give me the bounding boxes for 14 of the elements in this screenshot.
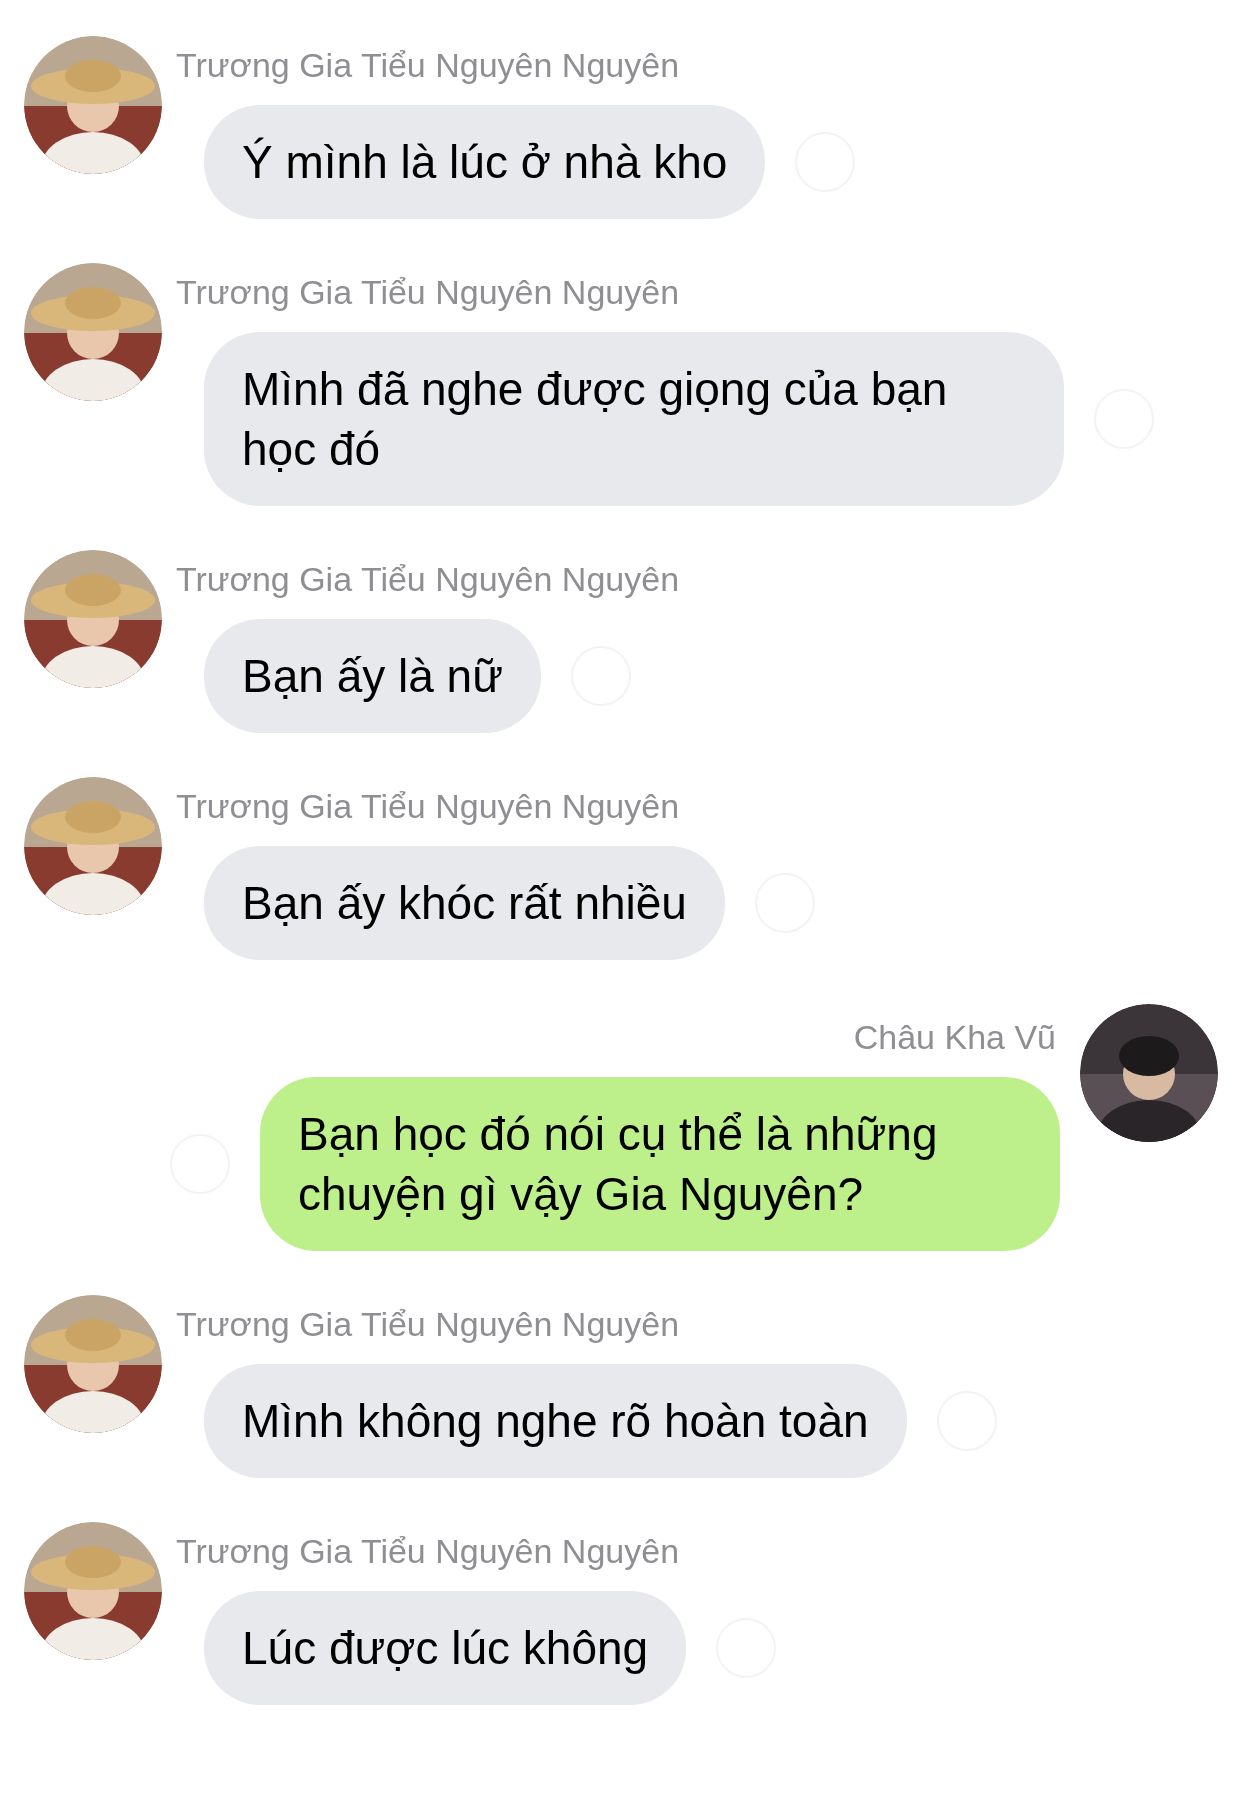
message-bubble: Bạn ấy khóc rất nhiều xyxy=(204,846,725,960)
sender-name: Trương Gia Tiểu Nguyên Nguyên xyxy=(176,272,680,313)
sender-name: Trương Gia Tiểu Nguyên Nguyên xyxy=(176,559,680,600)
sender-name: Trương Gia Tiểu Nguyên Nguyên xyxy=(176,1304,680,1345)
message-bubble: Mình không nghe rõ hoàn toàn xyxy=(204,1364,907,1478)
message-bubble: Ý mình là lúc ở nhà kho xyxy=(204,105,766,219)
message-bubble: Bạn học đó nói cụ thể là những chuyện gì vậy Gia Nguyên? xyxy=(260,1077,1060,1251)
message-bubble: Mình đã nghe được giọng của bạn học đó xyxy=(204,332,1064,506)
message-bubble: Bạn ấy là nữ xyxy=(204,619,541,733)
sender-name: Trương Gia Tiểu Nguyên Nguyên xyxy=(176,786,680,827)
sender-name: Châu Kha Vũ xyxy=(853,1017,1056,1058)
sender-name: Trương Gia Tiểu Nguyên Nguyên xyxy=(176,1531,680,1572)
sender-name: Trương Gia Tiểu Nguyên Nguyên xyxy=(176,45,680,86)
message-bubble: Lúc được lúc không xyxy=(204,1591,687,1705)
